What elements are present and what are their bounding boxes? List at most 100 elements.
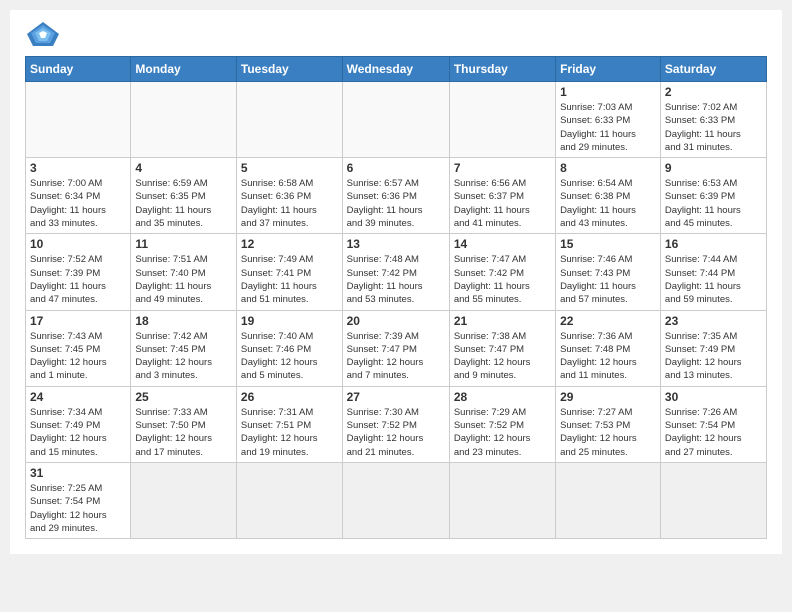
calendar-cell: 29 Sunrise: 7:27 AM Sunset: 7:53 PM Dayli… xyxy=(556,386,661,462)
calendar-cell: 31 Sunrise: 7:25 AM Sunset: 7:54 PM Dayli… xyxy=(26,462,131,538)
day-info: Sunrise: 6:59 AM Sunset: 6:35 PM Dayligh… xyxy=(135,177,232,230)
day-number: 22 xyxy=(560,314,656,328)
weekday-header-monday: Monday xyxy=(131,57,237,82)
calendar-cell: 9 Sunrise: 6:53 AM Sunset: 6:39 PM Daylig… xyxy=(660,158,766,234)
day-info: Sunrise: 7:52 AM Sunset: 7:39 PM Dayligh… xyxy=(30,253,126,306)
day-info: Sunrise: 7:00 AM Sunset: 6:34 PM Dayligh… xyxy=(30,177,126,230)
day-info: Sunrise: 7:38 AM Sunset: 7:47 PM Dayligh… xyxy=(454,330,551,383)
day-number: 29 xyxy=(560,390,656,404)
calendar-table: SundayMondayTuesdayWednesdayThursdayFrid… xyxy=(25,56,767,539)
calendar-cell: 15 Sunrise: 7:46 AM Sunset: 7:43 PM Dayli… xyxy=(556,234,661,310)
calendar-cell xyxy=(342,462,449,538)
day-info: Sunrise: 7:47 AM Sunset: 7:42 PM Dayligh… xyxy=(454,253,551,306)
day-number: 17 xyxy=(30,314,126,328)
day-info: Sunrise: 7:02 AM Sunset: 6:33 PM Dayligh… xyxy=(665,101,762,154)
calendar-cell: 8 Sunrise: 6:54 AM Sunset: 6:38 PM Daylig… xyxy=(556,158,661,234)
logo-icon xyxy=(25,20,61,48)
calendar-cell: 16Sunrise: 7:44 AM Sunset: 7:44 PM Dayli… xyxy=(660,234,766,310)
day-number: 7 xyxy=(454,161,551,175)
day-number: 16 xyxy=(665,237,762,251)
day-info: Sunrise: 7:33 AM Sunset: 7:50 PM Dayligh… xyxy=(135,406,232,459)
weekday-header-sunday: Sunday xyxy=(26,57,131,82)
calendar-cell xyxy=(236,82,342,158)
day-info: Sunrise: 7:42 AM Sunset: 7:45 PM Dayligh… xyxy=(135,330,232,383)
day-number: 10 xyxy=(30,237,126,251)
day-number: 2 xyxy=(665,85,762,99)
day-number: 18 xyxy=(135,314,232,328)
day-number: 21 xyxy=(454,314,551,328)
calendar-week-row: 3Sunrise: 7:00 AM Sunset: 6:34 PM Daylig… xyxy=(26,158,767,234)
calendar-cell: 10 Sunrise: 7:52 AM Sunset: 7:39 PM Dayli… xyxy=(26,234,131,310)
day-info: Sunrise: 7:31 AM Sunset: 7:51 PM Dayligh… xyxy=(241,406,338,459)
day-number: 8 xyxy=(560,161,656,175)
weekday-header-friday: Friday xyxy=(556,57,661,82)
calendar-cell: 2 Sunrise: 7:02 AM Sunset: 6:33 PM Daylig… xyxy=(660,82,766,158)
calendar-cell: 14Sunrise: 7:47 AM Sunset: 7:42 PM Dayli… xyxy=(449,234,555,310)
calendar-cell: 1 Sunrise: 7:03 AM Sunset: 6:33 PM Daylig… xyxy=(556,82,661,158)
weekday-header-tuesday: Tuesday xyxy=(236,57,342,82)
logo xyxy=(25,20,65,48)
day-number: 28 xyxy=(454,390,551,404)
day-info: Sunrise: 6:56 AM Sunset: 6:37 PM Dayligh… xyxy=(454,177,551,230)
calendar-cell: 30Sunrise: 7:26 AM Sunset: 7:54 PM Dayli… xyxy=(660,386,766,462)
calendar-cell: 4Sunrise: 6:59 AM Sunset: 6:35 PM Daylig… xyxy=(131,158,237,234)
calendar-cell: 12 Sunrise: 7:49 AM Sunset: 7:41 PM Dayli… xyxy=(236,234,342,310)
calendar-cell: 26Sunrise: 7:31 AM Sunset: 7:51 PM Dayli… xyxy=(236,386,342,462)
day-number: 9 xyxy=(665,161,762,175)
day-info: Sunrise: 7:34 AM Sunset: 7:49 PM Dayligh… xyxy=(30,406,126,459)
calendar-cell: 28 Sunrise: 7:29 AM Sunset: 7:52 PM Dayli… xyxy=(449,386,555,462)
day-number: 5 xyxy=(241,161,338,175)
calendar-cell: 25 Sunrise: 7:33 AM Sunset: 7:50 PM Dayli… xyxy=(131,386,237,462)
day-info: Sunrise: 7:40 AM Sunset: 7:46 PM Dayligh… xyxy=(241,330,338,383)
calendar-cell: 6 Sunrise: 6:57 AM Sunset: 6:36 PM Daylig… xyxy=(342,158,449,234)
calendar-cell xyxy=(342,82,449,158)
day-info: Sunrise: 7:30 AM Sunset: 7:52 PM Dayligh… xyxy=(347,406,445,459)
day-info: Sunrise: 6:57 AM Sunset: 6:36 PM Dayligh… xyxy=(347,177,445,230)
day-info: Sunrise: 7:25 AM Sunset: 7:54 PM Dayligh… xyxy=(30,482,126,535)
day-info: Sunrise: 6:58 AM Sunset: 6:36 PM Dayligh… xyxy=(241,177,338,230)
day-info: Sunrise: 7:51 AM Sunset: 7:40 PM Dayligh… xyxy=(135,253,232,306)
calendar-cell: 24 Sunrise: 7:34 AM Sunset: 7:49 PM Dayli… xyxy=(26,386,131,462)
day-info: Sunrise: 6:54 AM Sunset: 6:38 PM Dayligh… xyxy=(560,177,656,230)
calendar-week-row: 24 Sunrise: 7:34 AM Sunset: 7:49 PM Dayli… xyxy=(26,386,767,462)
day-number: 12 xyxy=(241,237,338,251)
day-number: 23 xyxy=(665,314,762,328)
day-number: 24 xyxy=(30,390,126,404)
day-number: 19 xyxy=(241,314,338,328)
page: SundayMondayTuesdayWednesdayThursdayFrid… xyxy=(10,10,782,554)
day-number: 15 xyxy=(560,237,656,251)
day-info: Sunrise: 6:53 AM Sunset: 6:39 PM Dayligh… xyxy=(665,177,762,230)
day-number: 31 xyxy=(30,466,126,480)
day-info: Sunrise: 7:36 AM Sunset: 7:48 PM Dayligh… xyxy=(560,330,656,383)
weekday-header-saturday: Saturday xyxy=(660,57,766,82)
calendar-week-row: 31 Sunrise: 7:25 AM Sunset: 7:54 PM Dayli… xyxy=(26,462,767,538)
calendar-week-row: 10 Sunrise: 7:52 AM Sunset: 7:39 PM Dayli… xyxy=(26,234,767,310)
day-info: Sunrise: 7:43 AM Sunset: 7:45 PM Dayligh… xyxy=(30,330,126,383)
calendar-header-row: SundayMondayTuesdayWednesdayThursdayFrid… xyxy=(26,57,767,82)
day-number: 1 xyxy=(560,85,656,99)
day-info: Sunrise: 7:46 AM Sunset: 7:43 PM Dayligh… xyxy=(560,253,656,306)
calendar-cell: 22 Sunrise: 7:36 AM Sunset: 7:48 PM Dayli… xyxy=(556,310,661,386)
calendar-cell: 21 Sunrise: 7:38 AM Sunset: 7:47 PM Dayli… xyxy=(449,310,555,386)
day-info: Sunrise: 7:35 AM Sunset: 7:49 PM Dayligh… xyxy=(665,330,762,383)
day-number: 13 xyxy=(347,237,445,251)
day-info: Sunrise: 7:27 AM Sunset: 7:53 PM Dayligh… xyxy=(560,406,656,459)
day-info: Sunrise: 7:03 AM Sunset: 6:33 PM Dayligh… xyxy=(560,101,656,154)
calendar-cell: 7 Sunrise: 6:56 AM Sunset: 6:37 PM Daylig… xyxy=(449,158,555,234)
day-number: 6 xyxy=(347,161,445,175)
weekday-header-thursday: Thursday xyxy=(449,57,555,82)
calendar-cell xyxy=(449,462,555,538)
day-number: 27 xyxy=(347,390,445,404)
calendar-cell: 27 Sunrise: 7:30 AM Sunset: 7:52 PM Dayli… xyxy=(342,386,449,462)
calendar-cell: 23 Sunrise: 7:35 AM Sunset: 7:49 PM Dayli… xyxy=(660,310,766,386)
calendar-cell: 3Sunrise: 7:00 AM Sunset: 6:34 PM Daylig… xyxy=(26,158,131,234)
calendar-cell xyxy=(556,462,661,538)
day-info: Sunrise: 7:29 AM Sunset: 7:52 PM Dayligh… xyxy=(454,406,551,459)
calendar-cell xyxy=(449,82,555,158)
calendar-cell xyxy=(131,82,237,158)
day-number: 25 xyxy=(135,390,232,404)
calendar-cell xyxy=(660,462,766,538)
calendar-cell xyxy=(26,82,131,158)
day-info: Sunrise: 7:48 AM Sunset: 7:42 PM Dayligh… xyxy=(347,253,445,306)
day-info: Sunrise: 7:49 AM Sunset: 7:41 PM Dayligh… xyxy=(241,253,338,306)
